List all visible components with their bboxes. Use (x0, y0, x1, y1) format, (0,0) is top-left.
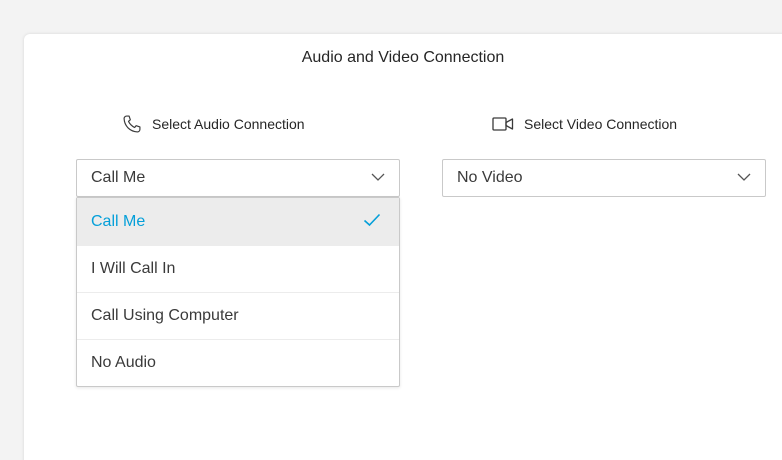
audio-option-i-will-call-in[interactable]: I Will Call In (77, 245, 399, 292)
video-camera-icon (492, 116, 514, 132)
audio-connection-label: Select Audio Connection (122, 114, 305, 134)
audio-video-dialog: Audio and Video Connection Select Audio … (24, 34, 782, 460)
audio-connection-select[interactable]: Call Me (76, 159, 400, 197)
phone-icon (122, 114, 142, 134)
audio-connection-label-text: Select Audio Connection (152, 116, 305, 132)
audio-options-dropdown: Call Me I Will Call In Call Using Comput… (76, 197, 400, 387)
video-connection-select[interactable]: No Video (442, 159, 766, 197)
video-connection-label-text: Select Video Connection (524, 116, 678, 132)
checkmark-icon (363, 213, 381, 227)
audio-option-call-using-computer[interactable]: Call Using Computer (77, 292, 399, 339)
chevron-down-icon (371, 172, 385, 182)
audio-option-no-audio[interactable]: No Audio (77, 339, 399, 386)
video-connection-label: Select Video Connection (492, 114, 677, 134)
chevron-down-icon (737, 172, 751, 182)
audio-option-call-me[interactable]: Call Me (77, 198, 399, 245)
video-select-value: No Video (457, 169, 523, 186)
audio-select-value: Call Me (91, 169, 146, 186)
dialog-title: Audio and Video Connection (301, 49, 505, 66)
